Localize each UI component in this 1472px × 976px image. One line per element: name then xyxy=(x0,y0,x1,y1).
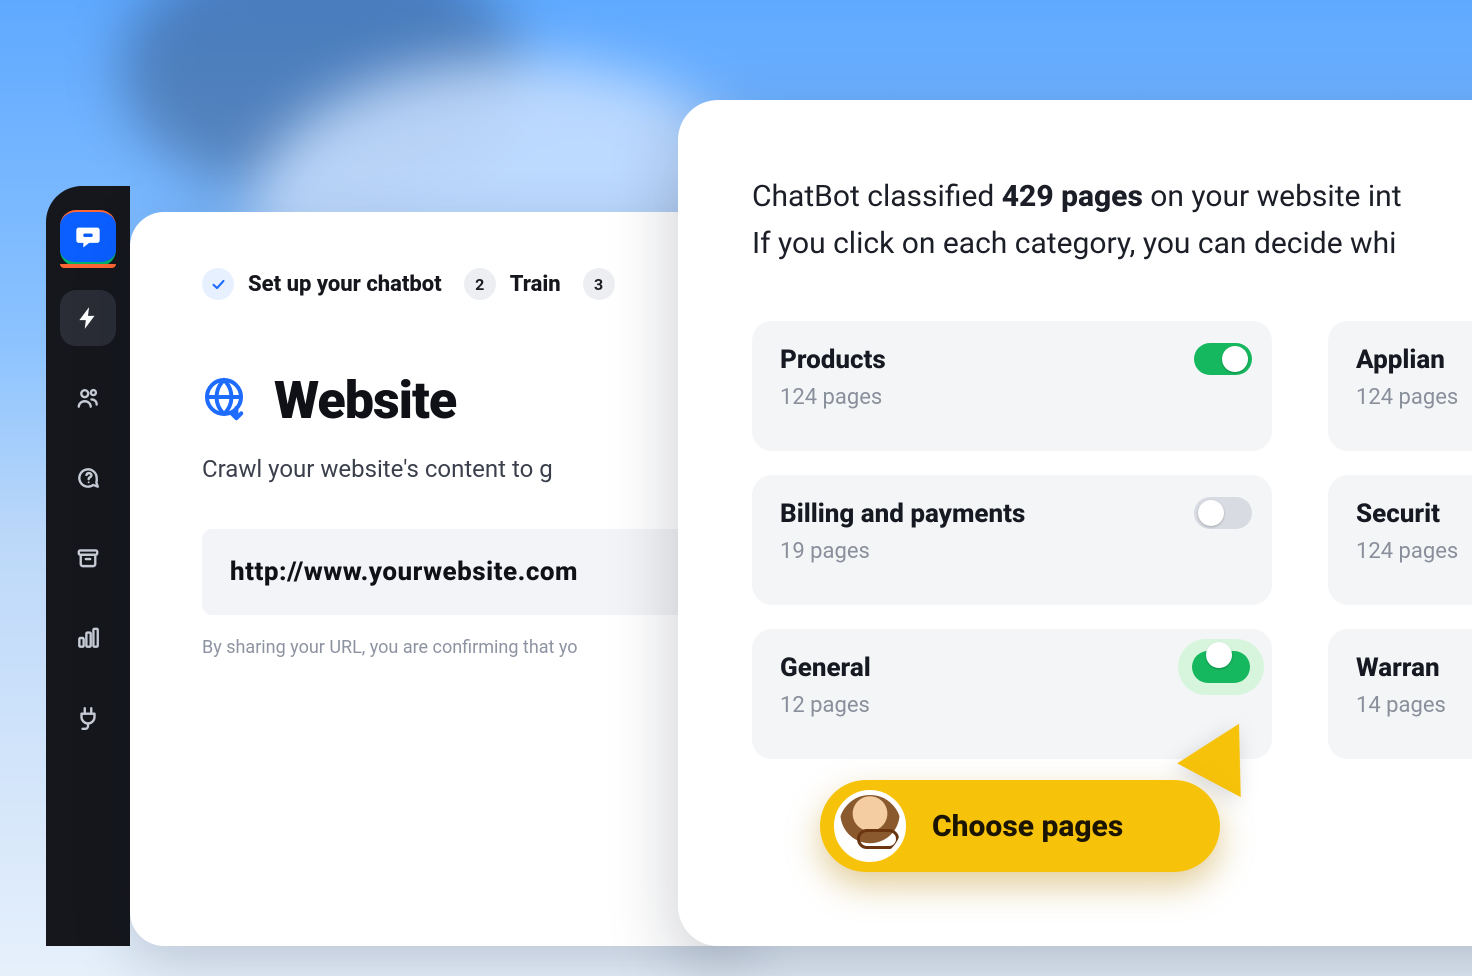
sidebar-item-team[interactable] xyxy=(60,370,116,426)
wizard-step-1-label: Set up your chatbot xyxy=(248,272,442,297)
sidebar-item-integrations[interactable] xyxy=(60,690,116,746)
people-icon xyxy=(75,385,101,411)
page-title: Website xyxy=(274,370,456,431)
archive-icon xyxy=(75,545,101,571)
category-card-billing[interactable]: Billing and payments 19 pages xyxy=(752,475,1272,605)
sidebar-item-archive[interactable] xyxy=(60,530,116,586)
chat-bubble-icon xyxy=(74,223,102,251)
app-sidebar xyxy=(46,186,130,946)
category-card-security[interactable]: Securit 124 pages xyxy=(1328,475,1472,605)
sidebar-item-analytics[interactable] xyxy=(60,610,116,666)
globe-download-icon xyxy=(202,375,250,427)
toggle-products[interactable] xyxy=(1194,343,1252,375)
toggle-billing[interactable] xyxy=(1194,497,1252,529)
wizard-step-3-number: 3 xyxy=(583,268,615,300)
sidebar-item-automation[interactable] xyxy=(60,290,116,346)
chat-question-icon xyxy=(75,465,101,491)
category-card-appliances[interactable]: Applian 124 pages xyxy=(1328,321,1472,451)
choose-pages-callout[interactable]: Choose pages xyxy=(820,780,1220,872)
categories-headline: ChatBot classified 429 pages on your web… xyxy=(752,174,1472,267)
toggle-highlight-ring xyxy=(1178,639,1264,695)
choose-pages-label: Choose pages xyxy=(932,809,1123,844)
app-logo[interactable] xyxy=(60,210,116,266)
category-card-products[interactable]: Products 124 pages xyxy=(752,321,1272,451)
toggle-general[interactable] xyxy=(1192,651,1250,683)
check-icon xyxy=(202,268,234,300)
category-grid: Products 124 pages Applian 124 pages Bil… xyxy=(752,321,1472,759)
bar-chart-icon xyxy=(75,625,101,651)
page-subtitle: Crawl your website's content to g xyxy=(202,455,662,483)
plug-icon xyxy=(75,705,101,731)
setup-panel: Set up your chatbot 2 Train 3 Website Cr… xyxy=(130,212,750,946)
bolt-icon xyxy=(75,305,101,331)
sidebar-item-support-chat[interactable] xyxy=(60,450,116,506)
wizard-steps: Set up your chatbot 2 Train 3 xyxy=(202,268,702,300)
wizard-step-2-number: 2 xyxy=(464,268,496,300)
website-url-input[interactable]: http://www.yourwebsite.com xyxy=(202,529,702,615)
wizard-step-2[interactable]: 2 Train xyxy=(464,268,561,300)
user-avatar xyxy=(834,790,906,862)
wizard-step-1[interactable]: Set up your chatbot xyxy=(202,268,442,300)
wizard-step-3[interactable]: 3 xyxy=(583,268,615,300)
url-disclaimer: By sharing your URL, you are confirming … xyxy=(202,637,662,658)
wizard-step-2-label: Train xyxy=(510,272,561,297)
category-card-warranty[interactable]: Warran 14 pages xyxy=(1328,629,1472,759)
website-url-value: http://www.yourwebsite.com xyxy=(230,557,674,587)
